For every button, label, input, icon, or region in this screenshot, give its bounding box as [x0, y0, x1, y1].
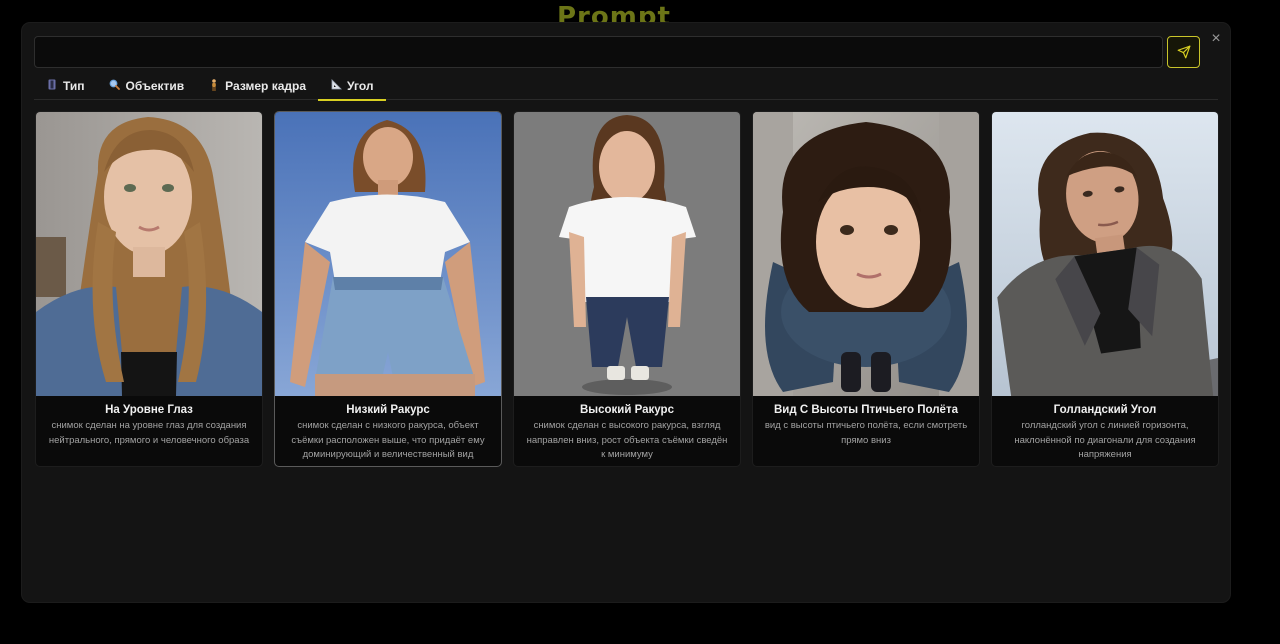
- tab-lens[interactable]: Объектив: [97, 72, 197, 100]
- tab-angle[interactable]: Угол: [318, 72, 386, 101]
- high-angle-portrait-image: [514, 112, 740, 396]
- angle-card-dutch-angle[interactable]: Голландский Угол голландский угол с лини…: [991, 111, 1219, 467]
- card-title: Голландский Угол: [1053, 404, 1157, 416]
- card-description: снимок сделан на уровне глаз для создани…: [48, 420, 250, 446]
- magnifier-icon: [109, 79, 121, 93]
- send-icon: [1177, 45, 1190, 59]
- film-strip-icon: [46, 79, 58, 93]
- card-description: голландский угол с линией горизонта, нак…: [1014, 420, 1196, 460]
- angle-card-high-angle[interactable]: Высокий Ракурс снимок сделан с высокого …: [513, 111, 741, 467]
- birds-eye-portrait-image: [753, 112, 979, 396]
- card-description: вид с высоты птичьего полёта, если смотр…: [764, 420, 968, 446]
- angle-card-eye-level[interactable]: На Уровне Глаз снимок сделан на уровне г…: [35, 111, 263, 467]
- tab-bar: Тип Объектив Размер кадра Угол: [34, 72, 1218, 101]
- angle-options-grid: На Уровне Глаз снимок сделан на уровне г…: [35, 111, 1219, 467]
- tab-label: Угол: [347, 79, 374, 93]
- send-button[interactable]: [1167, 36, 1200, 68]
- prompt-input[interactable]: [34, 36, 1163, 68]
- tab-label: Размер кадра: [225, 79, 307, 93]
- angle-card-low-angle[interactable]: Низкий Ракурс снимок сделан с низкого ра…: [274, 111, 502, 467]
- person-icon: [208, 78, 220, 94]
- card-title: На Уровне Глаз: [105, 404, 193, 416]
- tab-label: Объектив: [125, 79, 185, 93]
- card-title: Высокий Ракурс: [580, 404, 674, 416]
- card-description: снимок сделан с высокого ракурса, взгляд…: [526, 420, 728, 460]
- angle-card-birds-eye[interactable]: Вид С Высоты Птичьего Полёта вид с высот…: [752, 111, 980, 467]
- dutch-angle-portrait-image: [992, 112, 1218, 396]
- card-title: Вид С Высоты Птичьего Полёта: [774, 404, 958, 416]
- eye-level-portrait-image: [36, 112, 262, 396]
- card-title: Низкий Ракурс: [346, 404, 430, 416]
- card-description: снимок сделан с низкого ракурса, объект …: [291, 420, 485, 460]
- tab-frame-size[interactable]: Размер кадра: [196, 72, 318, 100]
- close-icon[interactable]: ×: [1206, 29, 1226, 49]
- low-angle-portrait-image: [275, 112, 501, 396]
- tab-type[interactable]: Тип: [34, 72, 97, 100]
- triangle-ruler-icon: [330, 79, 342, 93]
- tab-label: Тип: [63, 79, 85, 93]
